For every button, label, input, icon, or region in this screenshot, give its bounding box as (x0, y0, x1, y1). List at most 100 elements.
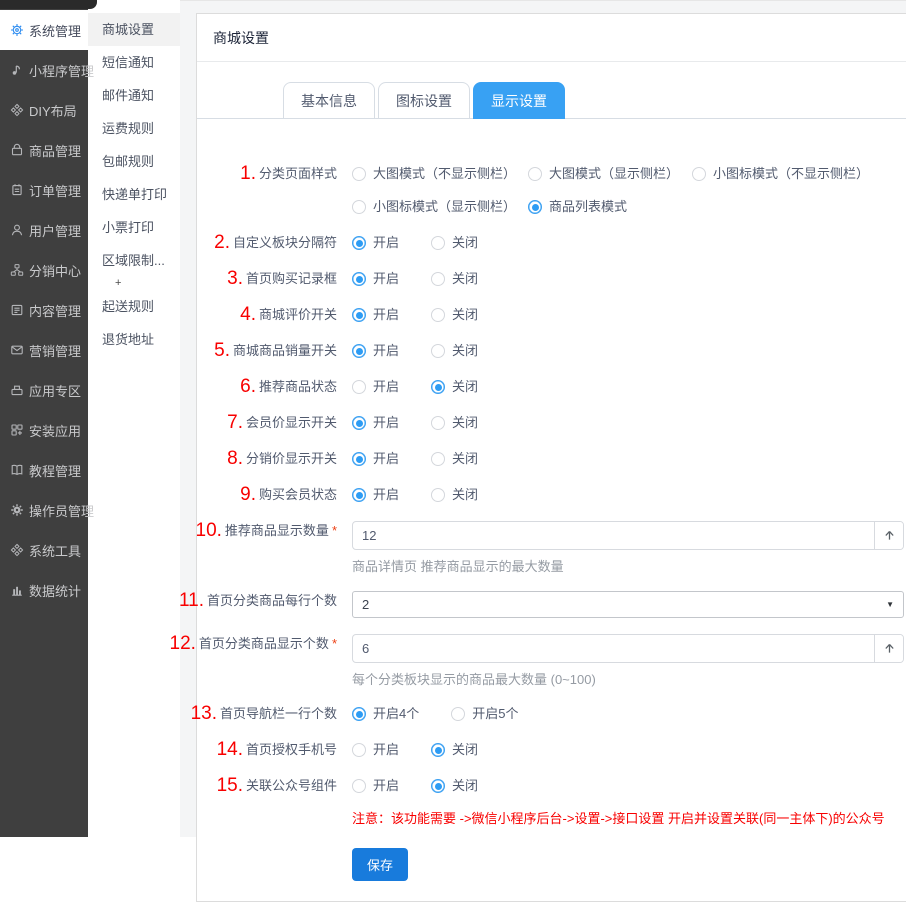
radio-unselected-icon (431, 488, 445, 502)
radio-option-distribution-price-switch[interactable]: 关闭 (431, 449, 478, 469)
field-label-text: 首页分类商品每行个数 (207, 593, 337, 608)
radio-option-category-page-style[interactable]: 小图标模式（不显示侧栏） (692, 164, 904, 184)
sidebar-item-gear[interactable]: 系统管理 (0, 10, 88, 50)
field-label-text: 商城商品销量开关 (233, 343, 337, 358)
radio-option-distribution-price-switch[interactable]: 开启 (352, 449, 399, 469)
submenu-item-mall-settings[interactable]: 商城设置 (88, 13, 180, 46)
spinner-up-button[interactable] (874, 522, 903, 549)
radio-option-home-auth-phone[interactable]: 开启 (352, 740, 399, 760)
sidebar-item-goods-bag[interactable]: 商品管理 (0, 130, 88, 170)
radio-option-custom-block-divider[interactable]: 关闭 (431, 233, 478, 253)
field-label-text: 首页分类商品显示个数 (199, 636, 329, 651)
radio-option-custom-block-divider[interactable]: 开启 (352, 233, 399, 253)
radio-option-home-navbar-per-row[interactable]: 开启4个 (352, 704, 419, 724)
user-icon (9, 223, 24, 237)
sidebar-item-install-app[interactable]: 安装应用 (0, 410, 88, 450)
helper-text: 每个分类板块显示的商品最大数量 (0~100) (352, 669, 904, 688)
annotation-number: 14. (217, 739, 243, 760)
radio-option-label: 开启 (373, 233, 399, 253)
annotation-number: 10. (196, 520, 222, 541)
sidebar-item-content-doc[interactable]: 内容管理 (0, 290, 88, 330)
radio-selected-icon (431, 743, 445, 757)
sidebar-item-operator-gear[interactable]: 操作员管理 (0, 490, 88, 530)
number-input-recommend-goods-count (352, 521, 904, 550)
field-control: 每个分类板块显示的商品最大数量 (0~100) (352, 634, 906, 688)
field-label-text: 购买会员状态 (259, 487, 337, 502)
tab-basic-info[interactable]: 基本信息 (283, 82, 375, 119)
form-row-category-page-style: 1.分类页面样式大图模式（不显示侧栏）大图模式（显示侧栏）小图标模式（不显示侧栏… (197, 164, 906, 217)
radio-selected-icon (431, 779, 445, 793)
radio-option-buy-member-status[interactable]: 开启 (352, 485, 399, 505)
field-control: 开启 关闭 (352, 485, 906, 505)
radio-option-official-account-component[interactable]: 关闭 (431, 776, 478, 796)
radio-unselected-icon (431, 236, 445, 250)
spinner-up-button[interactable] (874, 635, 903, 662)
submenu-item-email-notify[interactable]: 邮件通知 (88, 79, 180, 112)
sidebar-item-system-tools[interactable]: 系统工具 (0, 530, 88, 570)
input-recommend-goods-count[interactable] (353, 522, 874, 549)
radio-option-home-navbar-per-row[interactable]: 开启5个 (451, 704, 518, 724)
field-control: 开启4个 开启5个 (352, 704, 906, 724)
radio-option-label: 开启 (373, 305, 399, 325)
sidebar-item-diy-layout[interactable]: DIY布局 (0, 90, 88, 130)
radio-option-home-purchase-record[interactable]: 开启 (352, 269, 399, 289)
radio-selected-icon (352, 452, 366, 466)
sidebar-item-miniprogram[interactable]: 小程序管理 (0, 50, 88, 90)
submenu-item-shipping-rules[interactable]: 运费规则 (88, 112, 180, 145)
tab-icon-settings[interactable]: 图标设置 (378, 82, 470, 119)
sidebar-item-apps-zone[interactable]: 应用专区 (0, 370, 88, 410)
submenu-item-sms-notify[interactable]: 短信通知 (88, 46, 180, 79)
radio-option-member-price-switch[interactable]: 开启 (352, 413, 399, 433)
radio-option-category-page-style[interactable]: 大图模式（不显示侧栏） (352, 164, 528, 184)
sidebar-item-user[interactable]: 用户管理 (0, 210, 88, 250)
annotation-number: 5. (214, 340, 230, 361)
marketing-envelope-icon (9, 343, 24, 357)
radio-option-home-purchase-record[interactable]: 关闭 (431, 269, 478, 289)
annotation-number: 1. (240, 163, 256, 184)
main-area: 商城设置 基本信息图标设置显示设置 1.分类页面样式大图模式（不显示侧栏）大图模… (180, 0, 906, 837)
field-label-text: 首页导航栏一行个数 (220, 706, 337, 721)
field-label: 7.会员价显示开关 (122, 413, 352, 433)
distribution-icon (9, 263, 24, 277)
select-home-category-per-row[interactable]: 2▼ (352, 591, 904, 618)
field-control: 开启 关闭 (352, 377, 906, 397)
field-control: 开启关闭注意：该功能需要 ->微信小程序后台->设置->接口设置 开启并设置关联… (352, 776, 906, 827)
radio-option-mall-sales-switch[interactable]: 关闭 (431, 341, 478, 361)
input-home-category-count[interactable] (353, 635, 874, 662)
radio-option-home-auth-phone[interactable]: 关闭 (431, 740, 478, 760)
sidebar-item-distribution[interactable]: 分销中心 (0, 250, 88, 290)
radio-option-official-account-component[interactable]: 开启 (352, 776, 399, 796)
sidebar-top-strip (0, 0, 97, 9)
sidebar-item-tutorial-book[interactable]: 教程管理 (0, 450, 88, 490)
radio-option-mall-review-switch[interactable]: 开启 (352, 305, 399, 325)
field-control: 开启 关闭 (352, 413, 906, 433)
sidebar-item-marketing-envelope[interactable]: 营销管理 (0, 330, 88, 370)
field-label: 4.商城评价开关 (122, 305, 352, 325)
radio-option-category-page-style[interactable]: 商品列表模式 (528, 197, 692, 217)
radio-option-mall-sales-switch[interactable]: 开启 (352, 341, 399, 361)
sidebar-item-stats-chart[interactable]: 数据统计 (0, 570, 88, 610)
title-divider (197, 61, 906, 62)
radio-option-label: 关闭 (452, 740, 478, 760)
radio-option-member-price-switch[interactable]: 关闭 (431, 413, 478, 433)
save-button[interactable]: 保存 (352, 848, 408, 881)
primary-sidebar: 系统管理小程序管理DIY布局商品管理订单管理用户管理分销中心内容管理营销管理应用… (0, 0, 88, 837)
form-row-home-category-count: 12.首页分类商品显示个数*每个分类板块显示的商品最大数量 (0~100) (197, 634, 906, 688)
settings-form: 1.分类页面样式大图模式（不显示侧栏）大图模式（显示侧栏）小图标模式（不显示侧栏… (197, 119, 906, 827)
field-label: 12.首页分类商品显示个数* (122, 634, 352, 654)
sidebar-item-order-clipboard[interactable]: 订单管理 (0, 170, 88, 210)
radio-option-buy-member-status[interactable]: 关闭 (431, 485, 478, 505)
radio-selected-icon (352, 308, 366, 322)
annotation-number: 3. (227, 268, 243, 289)
radio-option-recommend-goods-status[interactable]: 开启 (352, 377, 399, 397)
radio-option-category-page-style[interactable]: 小图标模式（显示侧栏） (352, 197, 528, 217)
radio-option-category-page-style[interactable]: 大图模式（显示侧栏） (528, 164, 692, 184)
radio-option-label: 关闭 (452, 485, 478, 505)
field-label: 11.首页分类商品每行个数 (122, 591, 352, 611)
radio-option-recommend-goods-status[interactable]: 关闭 (431, 377, 478, 397)
radio-option-mall-review-switch[interactable]: 关闭 (431, 305, 478, 325)
radio-unselected-icon (451, 707, 465, 721)
field-label-text: 关联公众号组件 (246, 778, 337, 793)
tab-display-settings[interactable]: 显示设置 (473, 82, 565, 119)
field-label: 13.首页导航栏一行个数 (122, 704, 352, 724)
